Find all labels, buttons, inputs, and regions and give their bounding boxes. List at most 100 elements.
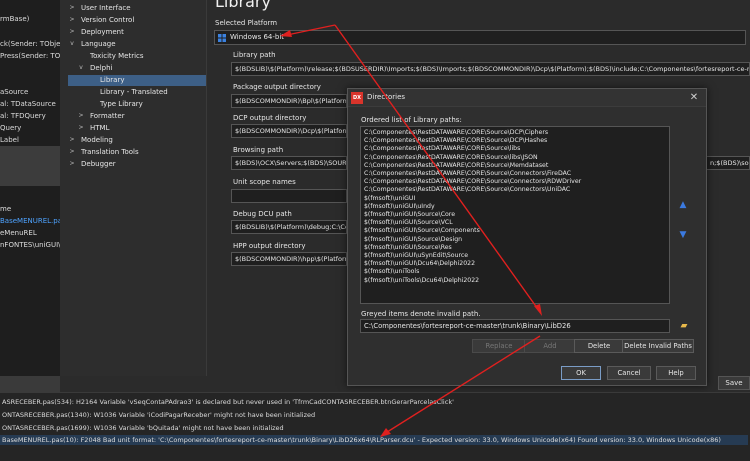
- add-button[interactable]: Add: [524, 339, 576, 353]
- message-line[interactable]: ASRECEBER.pas(534): H2164 Variable 'vSeq…: [2, 398, 454, 406]
- code-line: Query: [0, 124, 22, 132]
- options-tree[interactable]: > User Interface > Version Control > Dep…: [60, 0, 207, 376]
- browsing-path-field-tail[interactable]: n;$(BDS)\source: [707, 156, 750, 170]
- code-line: me: [0, 205, 12, 213]
- delete-button[interactable]: Delete: [574, 339, 624, 353]
- dialog-title: Directories: [367, 93, 406, 101]
- chevron-right-icon[interactable]: >: [68, 4, 76, 11]
- ok-button[interactable]: OK: [561, 366, 601, 380]
- panel-splitter: [0, 376, 60, 392]
- tree-item-modeling[interactable]: Modeling: [81, 135, 113, 146]
- code-line: eMenuREL: [0, 229, 37, 237]
- tree-item-translation-tools[interactable]: Translation Tools: [81, 147, 139, 158]
- directories-dialog: DX Directories ✕ Ordered list of Library…: [347, 88, 707, 386]
- path-list-item[interactable]: C:\Componentes\RestDATAWARE\CORE\Source\…: [364, 154, 538, 162]
- library-path-label: Library path: [233, 51, 276, 59]
- move-up-icon[interactable]: ▲: [678, 199, 688, 211]
- tree-item-toxicity-metrics[interactable]: Toxicity Metrics: [90, 51, 144, 62]
- code-line: al: TDataSource: [0, 100, 56, 108]
- chevron-right-icon[interactable]: >: [68, 28, 76, 35]
- path-list-item[interactable]: C:\Componentes\RestDATAWARE\CORE\Source\…: [364, 186, 570, 194]
- chevron-right-icon[interactable]: >: [77, 112, 85, 119]
- code-gutter-band: [0, 146, 60, 186]
- path-list-item[interactable]: $(fmsoft)\uniGUI\Source\Core: [364, 211, 455, 219]
- dialog-titlebar[interactable]: DX Directories ✕: [348, 89, 706, 107]
- chevron-right-icon[interactable]: >: [68, 136, 76, 143]
- path-list-item[interactable]: $(fmsoft)\uniGUI\Source\Components: [364, 227, 480, 235]
- tree-item-version-control[interactable]: Version Control: [81, 15, 134, 26]
- path-list-item[interactable]: $(fmsoft)\uniGUI\uSynEdit\Source: [364, 252, 468, 260]
- unit-scope-names-field[interactable]: [231, 189, 347, 203]
- windows-icon: [218, 34, 226, 42]
- path-list-item[interactable]: $(fmsoft)\uniGUI\Source\Design: [364, 236, 462, 244]
- code-line: BaseMENUREL.pas: [0, 217, 60, 225]
- path-list-item[interactable]: $(fmsoft)\uniTools: [364, 268, 419, 276]
- tree-item-user-interface[interactable]: User Interface: [81, 3, 131, 14]
- tree-item-deployment[interactable]: Deployment: [81, 27, 124, 38]
- path-list-item[interactable]: C:\Componentes\RestDATAWARE\CORE\Source\…: [364, 162, 548, 170]
- path-list-item[interactable]: $(fmsoft)\uniGUI: [364, 195, 415, 203]
- chevron-right-icon[interactable]: >: [68, 148, 76, 155]
- path-list-item[interactable]: $(fmsoft)\uniTools\Dcu64\Delphi2022: [364, 277, 479, 285]
- tree-item-delphi[interactable]: Delphi: [90, 63, 112, 74]
- chevron-right-icon[interactable]: >: [77, 124, 85, 131]
- chevron-down-icon[interactable]: v: [68, 40, 76, 47]
- debug-dcu-path-label: Debug DCU path: [233, 210, 292, 218]
- replace-button[interactable]: Replace: [472, 339, 526, 353]
- path-list-item[interactable]: C:\Componentes\RestDATAWARE\CORE\Source\…: [364, 178, 581, 186]
- tree-item-formatter[interactable]: Formatter: [90, 111, 125, 122]
- chevron-right-icon[interactable]: >: [68, 160, 76, 167]
- tree-item-debugger[interactable]: Debugger: [81, 159, 116, 170]
- hpp-output-label: HPP output directory: [233, 242, 306, 250]
- tree-item-language[interactable]: Language: [81, 39, 116, 50]
- browsing-path-field[interactable]: $(BDS)\OCX\Servers;$(BDS)\SOURCE: [231, 156, 347, 170]
- path-list-item[interactable]: C:\Componentes\RestDATAWARE\CORE\Source\…: [364, 145, 520, 153]
- library-path-field[interactable]: $(BDSLIB)\$(Platform)\release;$(BDSUSERD…: [231, 62, 750, 76]
- tree-item-library-translated[interactable]: Library - Translated: [100, 87, 168, 98]
- dcp-output-label: DCP output directory: [233, 114, 307, 122]
- path-list[interactable]: C:\Componentes\RestDATAWARE\CORE\Source\…: [360, 126, 670, 304]
- cancel-button[interactable]: Cancel: [607, 366, 651, 380]
- dcp-output-field[interactable]: $(BDSCOMMONDIR)\Dcp\$(Platform: [231, 124, 347, 138]
- path-list-item[interactable]: $(fmsoft)\uniGUI\Dcu64\Delphi2022: [364, 260, 475, 268]
- invalid-path-note: Greyed items denote invalid path.: [361, 310, 481, 318]
- help-button[interactable]: Help: [656, 366, 696, 380]
- hpp-output-field[interactable]: $(BDSCOMMONDIR)\hpp\$(Platform: [231, 252, 347, 266]
- chevron-right-icon[interactable]: >: [68, 16, 76, 23]
- code-line: nFONTES\uniGUI\P: [0, 241, 60, 249]
- close-icon[interactable]: ✕: [686, 90, 702, 106]
- platform-select[interactable]: Windows 64-bit: [214, 30, 746, 45]
- path-list-item[interactable]: C:\Componentes\RestDATAWARE\CORE\Source\…: [364, 137, 547, 145]
- code-line: Press(Sender: TObje: [0, 52, 60, 60]
- save-button[interactable]: Save: [718, 376, 750, 390]
- code-line: Label: [0, 136, 19, 144]
- chevron-down-icon[interactable]: v: [77, 64, 85, 71]
- messages-panel[interactable]: ASRECEBER.pas(534): H2164 Variable 'vSeq…: [0, 392, 750, 461]
- code-line: aSource: [0, 88, 29, 96]
- path-list-item[interactable]: $(fmsoft)\uniGUI\uIndy: [364, 203, 435, 211]
- tree-item-html[interactable]: HTML: [90, 123, 109, 134]
- move-down-icon[interactable]: ▼: [678, 229, 688, 241]
- message-line[interactable]: ONTASRECEBER.pas(1340): W1036 Variable '…: [2, 411, 315, 419]
- code-editor-strip[interactable]: rmBase) ck(Sender: TObject) Press(Sender…: [0, 0, 60, 376]
- message-line-error[interactable]: BaseMENUREL.pas(10): F2048 Bad unit form…: [0, 435, 748, 445]
- path-list-item[interactable]: $(fmsoft)\uniGUI\Source\VCL: [364, 219, 453, 227]
- browsing-path-label: Browsing path: [233, 146, 284, 154]
- path-list-item[interactable]: C:\Componentes\RestDATAWARE\CORE\Source\…: [364, 170, 571, 178]
- path-input[interactable]: C:\Componentes\fortesreport-ce-master\tr…: [360, 319, 670, 333]
- path-list-item[interactable]: $(fmsoft)\uniGUI\Source\Res: [364, 244, 452, 252]
- code-line: rmBase): [0, 15, 30, 23]
- page-title: Library: [215, 0, 271, 11]
- path-list-label: Ordered list of Library paths:: [361, 116, 462, 124]
- message-line[interactable]: ONTASRECEBER.pas(1699): W1036 Variable '…: [2, 424, 284, 432]
- package-output-field[interactable]: $(BDSCOMMONDIR)\Bpl\$(Platform: [231, 94, 347, 108]
- debug-dcu-path-field[interactable]: $(BDSLIB)\$(Platform)\debug;C:\Co: [231, 220, 347, 234]
- package-output-label: Package output directory: [233, 83, 321, 91]
- tree-item-library[interactable]: Library: [68, 75, 206, 86]
- unit-scope-names-label: Unit scope names: [233, 178, 296, 186]
- code-line: ck(Sender: TObject): [0, 40, 60, 48]
- folder-icon[interactable]: ▰: [677, 319, 691, 333]
- tree-item-type-library[interactable]: Type Library: [100, 99, 143, 110]
- path-list-item[interactable]: C:\Componentes\RestDATAWARE\CORE\Source\…: [364, 129, 548, 137]
- delete-invalid-paths-button[interactable]: Delete Invalid Paths: [622, 339, 694, 353]
